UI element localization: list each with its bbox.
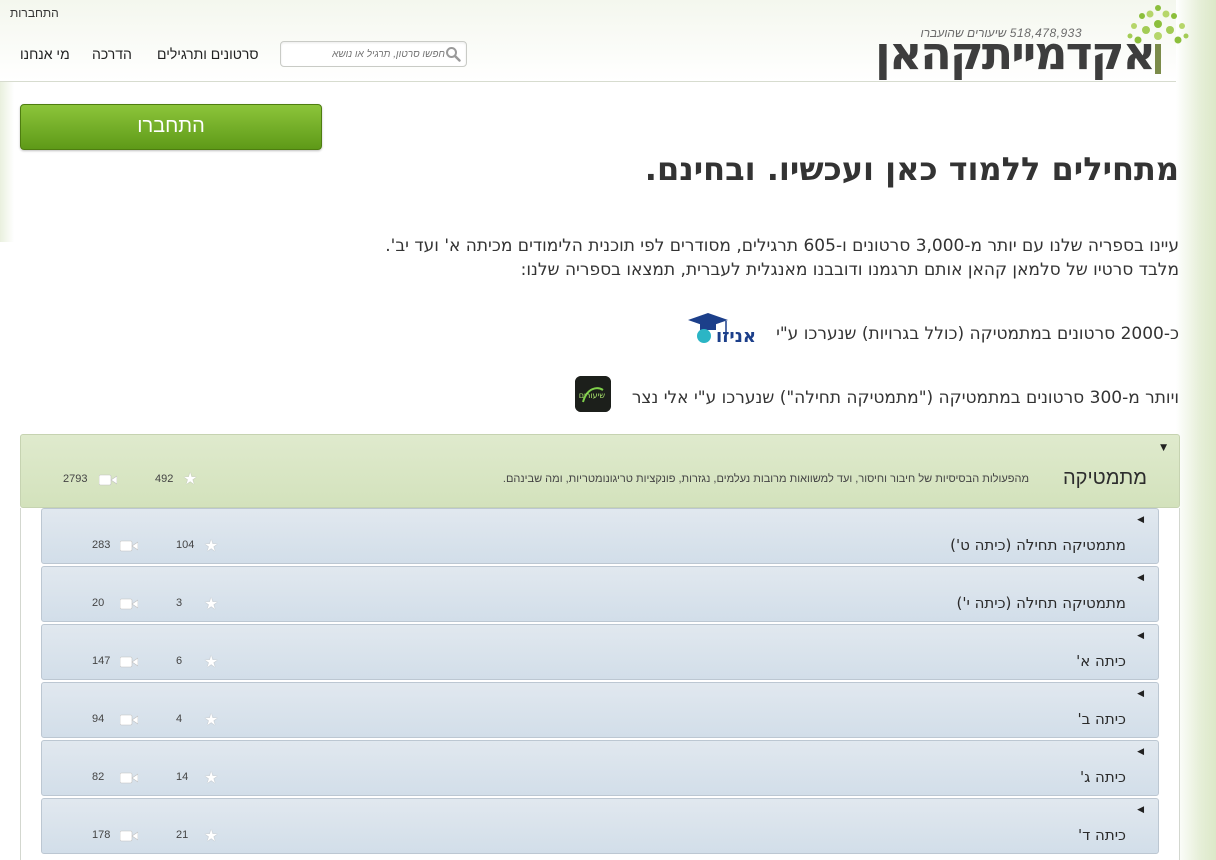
page-title: מתחילים ללמוד כאן ועכשיו. ובחינם. [644,150,1179,188]
video-camera-icon [120,772,138,784]
video-camera-icon [120,714,138,726]
subtopic-video-count: 94 [92,713,105,725]
left-edge-glow [0,82,14,242]
eli-netzer-logo[interactable]: שיעורים [575,376,611,412]
search-box[interactable] [280,41,467,67]
topic-video-count: 2793 [63,473,88,485]
eli-logo-text: שיעורים [579,391,606,400]
intro-line-4: ויותר מ-300 סרטונים במתמטיקה ("מתמטיקה ת… [631,388,1179,408]
subtopic-exercise-count: 6 [176,655,183,667]
subtopic-video-count: 82 [92,771,105,783]
star-icon: ★ [204,652,219,671]
subtopic-title[interactable]: מתמטיקה תחילה (כיתה ט') [950,536,1126,554]
subtopic-row[interactable]: ◀ כיתה ב' 4 ★ 94 [41,682,1159,738]
subtopic-row[interactable]: ◀ כיתה ד' 21 ★ 178 [41,798,1159,854]
topic-exercise-count: 492 [155,473,174,485]
subtopic-title[interactable]: כיתה ב' [1077,710,1126,728]
subtopic-row[interactable]: ◀ כיתה א' 6 ★ 147 [41,624,1159,680]
subtopic-exercise-count: 21 [176,829,189,841]
subtopic-title[interactable]: מתמטיקה תחילה (כיתה י') [956,594,1126,612]
video-camera-icon [120,540,138,552]
collapsed-triangle-icon[interactable]: ◀ [1137,747,1144,757]
aneo-logo-text: אניזו [716,326,756,347]
collapsed-triangle-icon[interactable]: ◀ [1137,805,1144,815]
expand-triangle-icon[interactable]: ▼ [1160,443,1167,453]
subtopic-title[interactable]: כיתה א' [1076,652,1126,670]
right-edge-glow [1176,0,1216,860]
star-icon: ★ [204,826,219,845]
subtopic-row[interactable]: ◀ כיתה ג' 14 ★ 82 [41,740,1159,796]
nav-videos-exercises[interactable]: סרטונים ותרגילים [157,46,259,62]
subtopic-exercise-count: 4 [176,713,183,725]
collapsed-triangle-icon[interactable]: ◀ [1137,689,1144,699]
subtopic-row[interactable]: ◀ מתמטיקה תחילה (כיתה י') 3 ★ 20 [41,566,1159,622]
intro-line-2: מלבד סרטיו של סלמאן קהאן אותם תרגמנו ודו… [520,260,1179,280]
join-button[interactable]: התחברו [20,104,322,150]
collapsed-triangle-icon[interactable]: ◀ [1137,631,1144,641]
star-icon: ★ [204,768,219,787]
search-icon[interactable] [445,46,461,62]
login-link[interactable]: התחברות [10,6,59,20]
subtopic-exercise-count: 104 [176,539,195,551]
subtopic-video-count: 283 [92,539,111,551]
video-camera-icon [120,656,138,668]
aneo-logo[interactable]: אניזו [686,312,758,350]
nav-guide[interactable]: הדרכה [92,46,132,62]
star-icon: ★ [204,710,219,729]
subtopic-title[interactable]: כיתה ד' [1078,826,1126,844]
video-camera-icon [99,474,117,486]
collapsed-triangle-icon[interactable]: ◀ [1137,515,1144,525]
star-icon: ★ [183,469,198,488]
star-icon: ★ [204,594,219,613]
topic-math[interactable]: ▼ מתמטיקה מהפעולות הבסיסיות של חיבור וחי… [20,434,1180,508]
video-camera-icon [120,830,138,842]
subtopic-video-count: 20 [92,597,105,609]
intro-line-1: עיינו בספריה שלנו עם יותר מ-3,000 סרטוני… [385,236,1179,256]
subtopic-row[interactable]: ◀ מתמטיקה תחילה (כיתה ט') 104 ★ 283 [41,508,1159,564]
logo-wordmark: אקדמייתקהאן [875,26,1156,80]
search-input[interactable] [285,45,445,63]
subtopic-title[interactable]: כיתה ג' [1080,768,1126,786]
subtopic-video-count: 178 [92,829,111,841]
subtopic-exercise-count: 3 [176,597,183,609]
topic-description: מהפעולות הבסיסיות של חיבור וחיסור, ועד ל… [502,473,1029,485]
nav-about[interactable]: מי אנחנו [20,46,70,62]
subtopic-exercise-count: 14 [176,771,189,783]
collapsed-triangle-icon[interactable]: ◀ [1137,573,1144,583]
video-camera-icon [120,598,138,610]
topic-title[interactable]: מתמטיקה [1063,467,1147,490]
subtopic-video-count: 147 [92,655,111,667]
star-icon: ★ [204,536,219,555]
intro-line-3: כ-2000 סרטונים במתמטיקה (כולל בגרויות) ש… [776,324,1179,344]
